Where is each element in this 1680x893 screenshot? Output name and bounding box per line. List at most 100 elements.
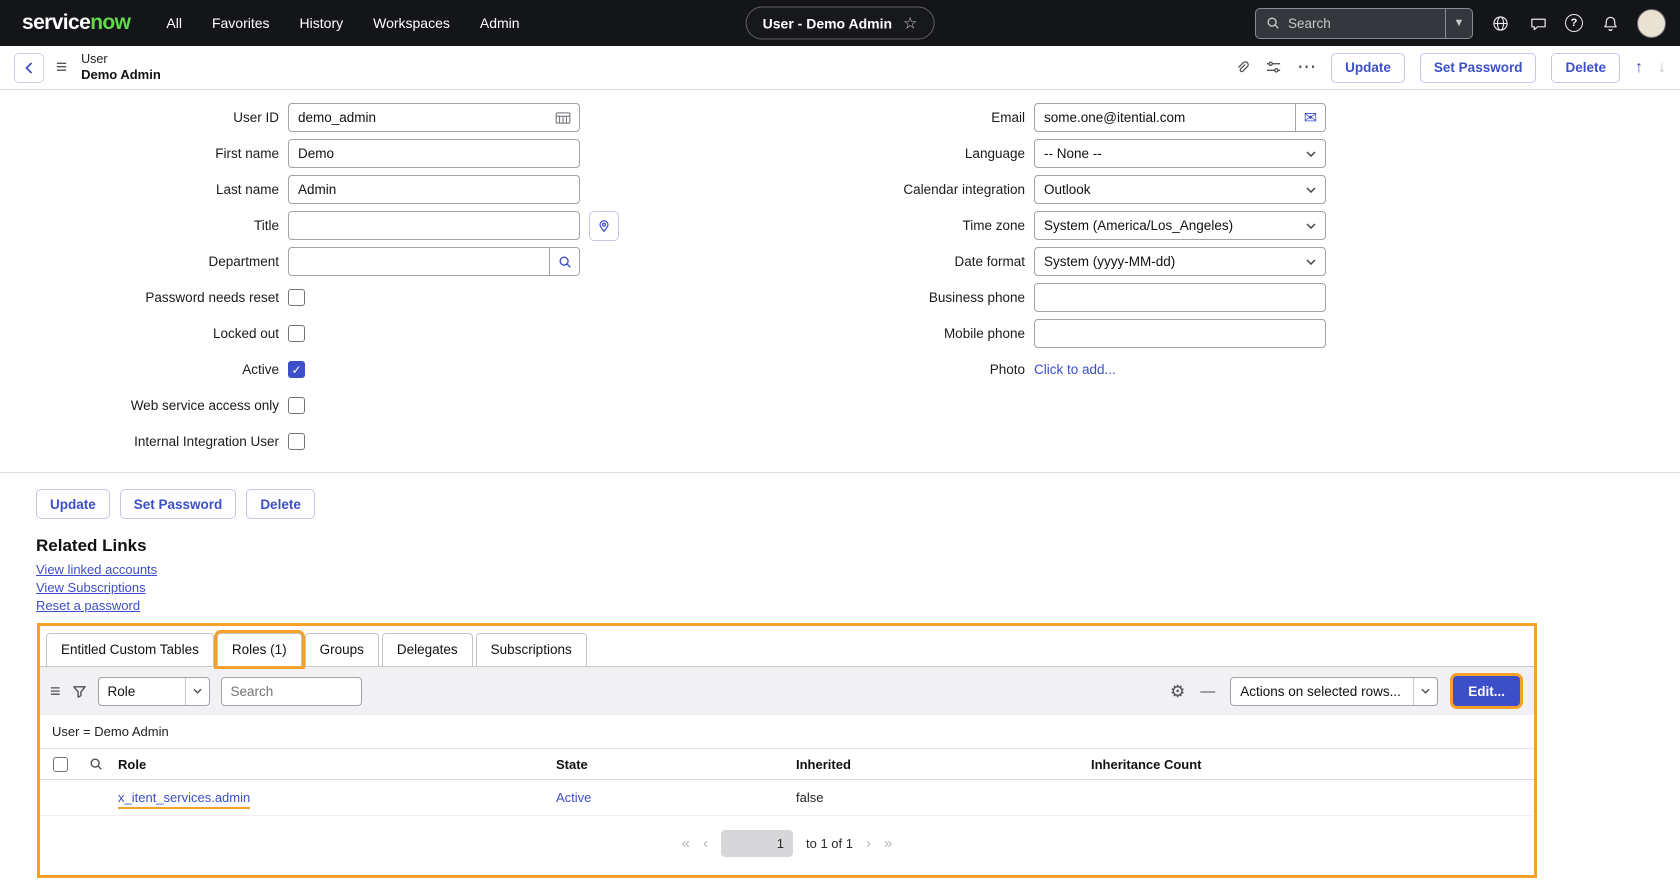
record-header: ≡ User Demo Admin ⋯ Update Set Password …	[0, 46, 1680, 90]
record-name-label: Demo Admin	[81, 67, 161, 84]
update-button[interactable]: Update	[1331, 53, 1405, 83]
nav-history[interactable]: History	[300, 15, 344, 31]
help-icon[interactable]: ?	[1565, 14, 1583, 32]
password-needs-reset-checkbox[interactable]	[288, 289, 305, 306]
tab-entitled-custom-tables[interactable]: Entitled Custom Tables	[46, 633, 214, 666]
column-search-icon[interactable]	[80, 757, 112, 771]
set-password-button-bottom[interactable]: Set Password	[120, 489, 237, 519]
form-context-menu-icon[interactable]: ≡	[56, 57, 67, 79]
first-page-icon[interactable]: «	[682, 835, 690, 852]
delete-button[interactable]: Delete	[1551, 53, 1620, 83]
label-email: Email	[756, 110, 1034, 125]
first-name-input[interactable]	[289, 140, 579, 167]
keyboard-icon[interactable]	[555, 112, 579, 124]
date-format-selected-value: System (yyyy-MM-dd)	[1044, 254, 1175, 269]
globe-icon[interactable]	[1489, 12, 1511, 34]
collapse-list-icon[interactable]: —	[1200, 683, 1215, 700]
context-pill[interactable]: User - Demo Admin ☆	[746, 7, 935, 40]
tab-subscriptions[interactable]: Subscriptions	[476, 633, 587, 666]
department-input[interactable]	[289, 248, 549, 275]
search-scope-caret[interactable]: ▼	[1445, 9, 1472, 38]
time-zone-select[interactable]: System (America/Los_Angeles)	[1034, 211, 1326, 240]
date-format-select[interactable]: System (yyyy-MM-dd)	[1034, 247, 1326, 276]
label-photo: Photo	[756, 362, 1034, 377]
actions-on-selected-rows-select[interactable]: Actions on selected rows...	[1230, 677, 1438, 706]
more-options-icon[interactable]: ⋯	[1297, 63, 1316, 73]
back-button[interactable]	[14, 53, 44, 83]
update-button-bottom[interactable]: Update	[36, 489, 110, 519]
internal-integration-user-checkbox[interactable]	[288, 433, 305, 450]
label-internal-integration-user: Internal Integration User	[36, 434, 288, 449]
pagination-range-text: to 1 of 1	[806, 836, 853, 851]
active-checkbox[interactable]	[288, 361, 305, 378]
mobile-phone-input[interactable]	[1035, 320, 1325, 347]
language-select[interactable]: -- None --	[1034, 139, 1326, 168]
servicenow-logo[interactable]: servicenow	[22, 11, 130, 35]
nav-all[interactable]: All	[166, 15, 182, 31]
related-list-roles: Entitled Custom Tables Roles (1) Groups …	[37, 623, 1537, 878]
notifications-bell-icon[interactable]	[1599, 12, 1621, 34]
chat-icon[interactable]	[1527, 12, 1549, 34]
user-form: User ID First name Last name Title Depar	[0, 90, 1680, 456]
previous-record-arrow-icon[interactable]: ↑	[1635, 59, 1643, 77]
edit-button[interactable]: Edit...	[1453, 676, 1520, 706]
web-service-access-only-checkbox[interactable]	[288, 397, 305, 414]
locked-out-checkbox[interactable]	[288, 325, 305, 342]
search-field-select[interactable]: Role	[98, 677, 210, 706]
next-record-arrow-icon[interactable]: ↓	[1658, 59, 1666, 77]
last-page-icon[interactable]: »	[884, 835, 892, 852]
department-lookup-button[interactable]	[549, 248, 579, 275]
current-page-input[interactable]: 1	[721, 830, 793, 857]
record-type-label: User	[81, 51, 161, 67]
column-header-state[interactable]: State	[550, 757, 790, 772]
email-input[interactable]	[1035, 104, 1295, 131]
photo-add-link[interactable]: Click to add...	[1034, 362, 1116, 377]
last-name-input[interactable]	[289, 176, 579, 203]
global-search-input[interactable]: Search ▼	[1255, 8, 1473, 39]
role-record-link[interactable]: x_itent_services.admin	[118, 790, 250, 809]
nav-admin[interactable]: Admin	[480, 15, 520, 31]
related-links-title: Related Links	[36, 536, 1680, 556]
tab-delegates[interactable]: Delegates	[382, 633, 473, 666]
column-header-inherited[interactable]: Inherited	[790, 757, 1085, 772]
tab-roles[interactable]: Roles (1)	[217, 633, 302, 666]
personalize-form-icon[interactable]	[1265, 59, 1282, 76]
label-title: Title	[36, 218, 288, 233]
previous-page-icon[interactable]: ‹	[703, 835, 708, 852]
select-all-checkbox[interactable]	[53, 757, 68, 772]
filter-funnel-icon[interactable]	[72, 684, 87, 699]
user-avatar[interactable]	[1637, 9, 1666, 38]
email-send-button[interactable]: ✉	[1295, 104, 1325, 131]
view-linked-accounts-link[interactable]: View linked accounts	[36, 562, 157, 577]
title-input[interactable]	[289, 212, 579, 239]
paperclip-icon[interactable]	[1234, 60, 1250, 76]
suggestion-pin-button[interactable]	[589, 211, 619, 241]
set-password-button[interactable]: Set Password	[1420, 53, 1537, 83]
nav-favorites[interactable]: Favorites	[212, 15, 270, 31]
column-header-role[interactable]: Role	[112, 757, 550, 772]
list-breadcrumb[interactable]: User = Demo Admin	[40, 715, 1534, 749]
calendar-integration-select[interactable]: Outlook	[1034, 175, 1326, 204]
delete-button-bottom[interactable]: Delete	[246, 489, 315, 519]
list-header-row: Role State Inherited Inheritance Count	[40, 749, 1534, 780]
reset-a-password-link[interactable]: Reset a password	[36, 598, 140, 613]
label-department: Department	[36, 254, 288, 269]
view-subscriptions-link[interactable]: View Subscriptions	[36, 580, 146, 595]
record-header-actions: ⋯ Update Set Password Delete ↑ ↓	[1234, 53, 1666, 83]
gear-icon[interactable]: ⚙	[1170, 683, 1185, 700]
email-field: ✉	[1034, 103, 1326, 132]
actions-selected-value: Actions on selected rows...	[1240, 684, 1401, 699]
calendar-integration-selected-value: Outlook	[1044, 182, 1091, 197]
tab-groups[interactable]: Groups	[305, 633, 379, 666]
search-icon	[1265, 16, 1280, 31]
business-phone-input[interactable]	[1035, 284, 1325, 311]
label-web-service-access-only: Web service access only	[36, 398, 288, 413]
nav-workspaces[interactable]: Workspaces	[373, 15, 450, 31]
list-context-menu-icon[interactable]: ≡	[50, 681, 61, 702]
label-mobile-phone: Mobile phone	[756, 326, 1034, 341]
user-id-input[interactable]	[289, 104, 555, 131]
list-search-input[interactable]	[221, 677, 362, 706]
favorite-star-icon[interactable]: ☆	[903, 13, 917, 33]
column-header-inheritance-count[interactable]: Inheritance Count	[1085, 757, 1534, 772]
next-page-icon[interactable]: ›	[866, 835, 871, 852]
